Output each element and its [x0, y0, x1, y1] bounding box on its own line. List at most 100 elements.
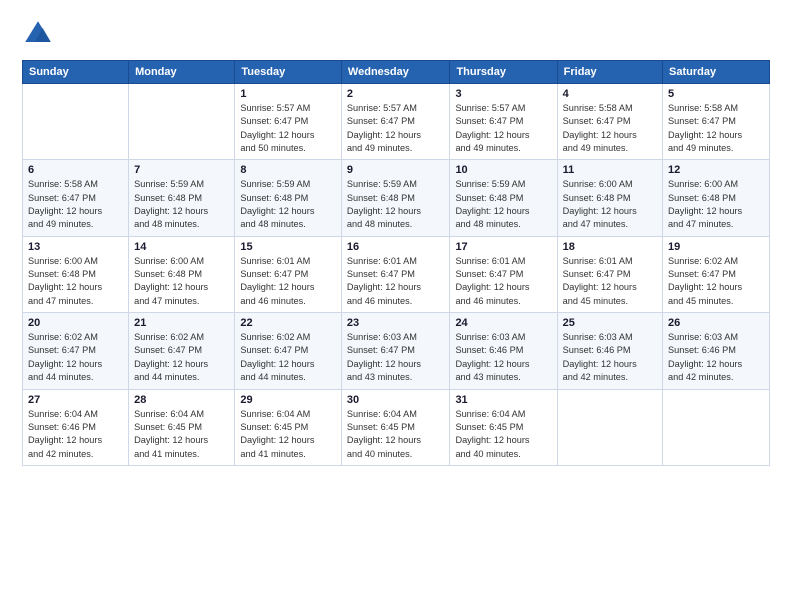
day-header-tuesday: Tuesday: [235, 61, 342, 84]
calendar-cell: 6Sunrise: 5:58 AM Sunset: 6:47 PM Daylig…: [23, 160, 129, 236]
week-row-3: 13 Sunrise: 6:00 AM Sunset: 6:48 PM Dayli…: [23, 236, 770, 312]
day-number: 16: [347, 241, 445, 253]
day-header-sunday: Sunday: [23, 61, 129, 84]
logo: [22, 18, 60, 50]
calendar-cell: 23 Sunrise: 6:03 AM Sunset: 6:47 PM Dayli…: [341, 313, 450, 389]
day-info: Sunrise: 6:00 AM Sunset: 6:48 PM Dayligh…: [28, 255, 123, 308]
day-number: 19: [668, 241, 764, 253]
day-info: Sunrise: 5:58 AM Sunset: 6:47 PM Dayligh…: [668, 102, 764, 155]
calendar-cell: 26 Sunrise: 6:03 AM Sunset: 6:46 PM Dayli…: [663, 313, 770, 389]
calendar-cell: 21 Sunrise: 6:02 AM Sunset: 6:47 PM Dayli…: [129, 313, 235, 389]
day-info: Sunrise: 6:00 AM Sunset: 6:48 PM Dayligh…: [668, 178, 764, 231]
day-header-monday: Monday: [129, 61, 235, 84]
day-number: 2: [347, 88, 445, 100]
day-info: Sunrise: 6:00 AM Sunset: 6:48 PM Dayligh…: [134, 255, 229, 308]
day-info: Sunrise: 6:02 AM Sunset: 6:47 PM Dayligh…: [668, 255, 764, 308]
day-info: Sunrise: 6:02 AM Sunset: 6:47 PM Dayligh…: [240, 331, 336, 384]
day-number: 8: [240, 164, 336, 176]
calendar-cell: 25Sunrise: 6:03 AM Sunset: 6:46 PM Dayli…: [557, 313, 662, 389]
day-header-wednesday: Wednesday: [341, 61, 450, 84]
day-info: Sunrise: 6:04 AM Sunset: 6:45 PM Dayligh…: [347, 408, 445, 461]
calendar-cell: [557, 389, 662, 465]
week-row-2: 6Sunrise: 5:58 AM Sunset: 6:47 PM Daylig…: [23, 160, 770, 236]
day-info: Sunrise: 5:59 AM Sunset: 6:48 PM Dayligh…: [240, 178, 336, 231]
day-number: 7: [134, 164, 229, 176]
day-info: Sunrise: 6:02 AM Sunset: 6:47 PM Dayligh…: [28, 331, 123, 384]
day-number: 21: [134, 317, 229, 329]
week-row-5: 27 Sunrise: 6:04 AM Sunset: 6:46 PM Dayli…: [23, 389, 770, 465]
day-info: Sunrise: 5:57 AM Sunset: 6:47 PM Dayligh…: [347, 102, 445, 155]
calendar-header: SundayMondayTuesdayWednesdayThursdayFrid…: [23, 61, 770, 84]
calendar-cell: 10Sunrise: 5:59 AM Sunset: 6:48 PM Dayli…: [450, 160, 557, 236]
calendar-cell: 15 Sunrise: 6:01 AM Sunset: 6:47 PM Dayli…: [235, 236, 342, 312]
day-number: 1: [240, 88, 336, 100]
day-info: Sunrise: 6:01 AM Sunset: 6:47 PM Dayligh…: [563, 255, 657, 308]
day-info: Sunrise: 6:01 AM Sunset: 6:47 PM Dayligh…: [240, 255, 336, 308]
day-number: 28: [134, 394, 229, 406]
day-number: 5: [668, 88, 764, 100]
day-number: 13: [28, 241, 123, 253]
calendar-cell: 9 Sunrise: 5:59 AM Sunset: 6:48 PM Daylig…: [341, 160, 450, 236]
day-info: Sunrise: 5:59 AM Sunset: 6:48 PM Dayligh…: [347, 178, 445, 231]
calendar-cell: 4Sunrise: 5:58 AM Sunset: 6:47 PM Daylig…: [557, 84, 662, 160]
calendar-cell: 19 Sunrise: 6:02 AM Sunset: 6:47 PM Dayli…: [663, 236, 770, 312]
day-info: Sunrise: 5:57 AM Sunset: 6:47 PM Dayligh…: [455, 102, 551, 155]
day-info: Sunrise: 5:59 AM Sunset: 6:48 PM Dayligh…: [455, 178, 551, 231]
calendar-cell: [129, 84, 235, 160]
calendar-cell: 24Sunrise: 6:03 AM Sunset: 6:46 PM Dayli…: [450, 313, 557, 389]
day-number: 3: [455, 88, 551, 100]
day-info: Sunrise: 6:03 AM Sunset: 6:46 PM Dayligh…: [455, 331, 551, 384]
day-header-saturday: Saturday: [663, 61, 770, 84]
calendar-cell: 29Sunrise: 6:04 AM Sunset: 6:45 PM Dayli…: [235, 389, 342, 465]
day-info: Sunrise: 6:00 AM Sunset: 6:48 PM Dayligh…: [563, 178, 657, 231]
day-info: Sunrise: 5:59 AM Sunset: 6:48 PM Dayligh…: [134, 178, 229, 231]
day-number: 30: [347, 394, 445, 406]
day-number: 12: [668, 164, 764, 176]
calendar-cell: 11Sunrise: 6:00 AM Sunset: 6:48 PM Dayli…: [557, 160, 662, 236]
day-info: Sunrise: 6:03 AM Sunset: 6:46 PM Dayligh…: [563, 331, 657, 384]
calendar-cell: 31 Sunrise: 6:04 AM Sunset: 6:45 PM Dayli…: [450, 389, 557, 465]
day-number: 27: [28, 394, 123, 406]
calendar-cell: 13 Sunrise: 6:00 AM Sunset: 6:48 PM Dayli…: [23, 236, 129, 312]
day-header-thursday: Thursday: [450, 61, 557, 84]
day-number: 23: [347, 317, 445, 329]
day-info: Sunrise: 6:04 AM Sunset: 6:45 PM Dayligh…: [240, 408, 336, 461]
calendar-cell: 1 Sunrise: 5:57 AM Sunset: 6:47 PM Daylig…: [235, 84, 342, 160]
day-number: 20: [28, 317, 123, 329]
day-info: Sunrise: 6:04 AM Sunset: 6:46 PM Dayligh…: [28, 408, 123, 461]
calendar-cell: 8 Sunrise: 5:59 AM Sunset: 6:48 PM Daylig…: [235, 160, 342, 236]
day-number: 18: [563, 241, 657, 253]
day-info: Sunrise: 6:04 AM Sunset: 6:45 PM Dayligh…: [455, 408, 551, 461]
calendar-cell: 28Sunrise: 6:04 AM Sunset: 6:45 PM Dayli…: [129, 389, 235, 465]
day-info: Sunrise: 6:03 AM Sunset: 6:46 PM Dayligh…: [668, 331, 764, 384]
calendar-cell: 22 Sunrise: 6:02 AM Sunset: 6:47 PM Dayli…: [235, 313, 342, 389]
logo-icon: [22, 18, 54, 50]
week-row-1: 1 Sunrise: 5:57 AM Sunset: 6:47 PM Daylig…: [23, 84, 770, 160]
calendar-cell: 3 Sunrise: 5:57 AM Sunset: 6:47 PM Daylig…: [450, 84, 557, 160]
calendar-cell: 30 Sunrise: 6:04 AM Sunset: 6:45 PM Dayli…: [341, 389, 450, 465]
calendar-cell: 20 Sunrise: 6:02 AM Sunset: 6:47 PM Dayli…: [23, 313, 129, 389]
calendar-cell: 2 Sunrise: 5:57 AM Sunset: 6:47 PM Daylig…: [341, 84, 450, 160]
day-number: 31: [455, 394, 551, 406]
day-number: 15: [240, 241, 336, 253]
day-number: 9: [347, 164, 445, 176]
day-info: Sunrise: 6:03 AM Sunset: 6:47 PM Dayligh…: [347, 331, 445, 384]
calendar-cell: 7 Sunrise: 5:59 AM Sunset: 6:48 PM Daylig…: [129, 160, 235, 236]
calendar: SundayMondayTuesdayWednesdayThursdayFrid…: [22, 60, 770, 466]
day-info: Sunrise: 5:58 AM Sunset: 6:47 PM Dayligh…: [563, 102, 657, 155]
day-info: Sunrise: 6:01 AM Sunset: 6:47 PM Dayligh…: [455, 255, 551, 308]
calendar-cell: 5 Sunrise: 5:58 AM Sunset: 6:47 PM Daylig…: [663, 84, 770, 160]
calendar-cell: 16 Sunrise: 6:01 AM Sunset: 6:47 PM Dayli…: [341, 236, 450, 312]
day-number: 6: [28, 164, 123, 176]
day-info: Sunrise: 6:01 AM Sunset: 6:47 PM Dayligh…: [347, 255, 445, 308]
calendar-cell: 12 Sunrise: 6:00 AM Sunset: 6:48 PM Dayli…: [663, 160, 770, 236]
day-number: 17: [455, 241, 551, 253]
day-number: 26: [668, 317, 764, 329]
week-row-4: 20 Sunrise: 6:02 AM Sunset: 6:47 PM Dayli…: [23, 313, 770, 389]
day-header-friday: Friday: [557, 61, 662, 84]
calendar-cell: 18 Sunrise: 6:01 AM Sunset: 6:47 PM Dayli…: [557, 236, 662, 312]
day-info: Sunrise: 5:57 AM Sunset: 6:47 PM Dayligh…: [240, 102, 336, 155]
day-number: 22: [240, 317, 336, 329]
calendar-cell: 14Sunrise: 6:00 AM Sunset: 6:48 PM Dayli…: [129, 236, 235, 312]
day-info: Sunrise: 6:02 AM Sunset: 6:47 PM Dayligh…: [134, 331, 229, 384]
